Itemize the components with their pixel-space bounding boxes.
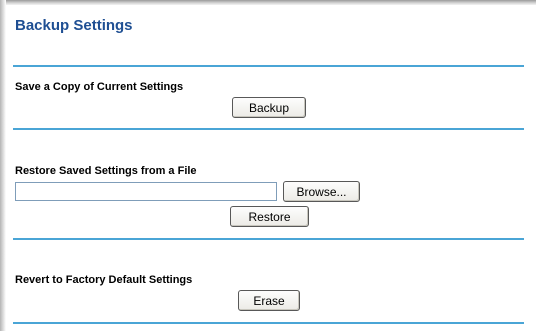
divider-restore: [13, 238, 524, 240]
window-top-edge: [0, 0, 536, 5]
window-left-edge: [0, 0, 6, 331]
backup-button[interactable]: Backup: [232, 97, 306, 118]
divider-top: [13, 65, 524, 67]
backup-settings-page: Backup Settings Save a Copy of Current S…: [0, 0, 536, 331]
divider-backup: [13, 128, 524, 130]
factory-section-label: Revert to Factory Default Settings: [15, 274, 193, 286]
restore-file-path-input[interactable]: [15, 182, 277, 201]
browse-button[interactable]: Browse...: [283, 181, 360, 202]
divider-bottom: [13, 322, 524, 324]
page-title: Backup Settings: [15, 17, 133, 34]
erase-button[interactable]: Erase: [238, 290, 300, 311]
restore-button[interactable]: Restore: [230, 206, 309, 227]
backup-section-label: Save a Copy of Current Settings: [15, 81, 184, 93]
restore-section-label: Restore Saved Settings from a File: [15, 165, 197, 177]
